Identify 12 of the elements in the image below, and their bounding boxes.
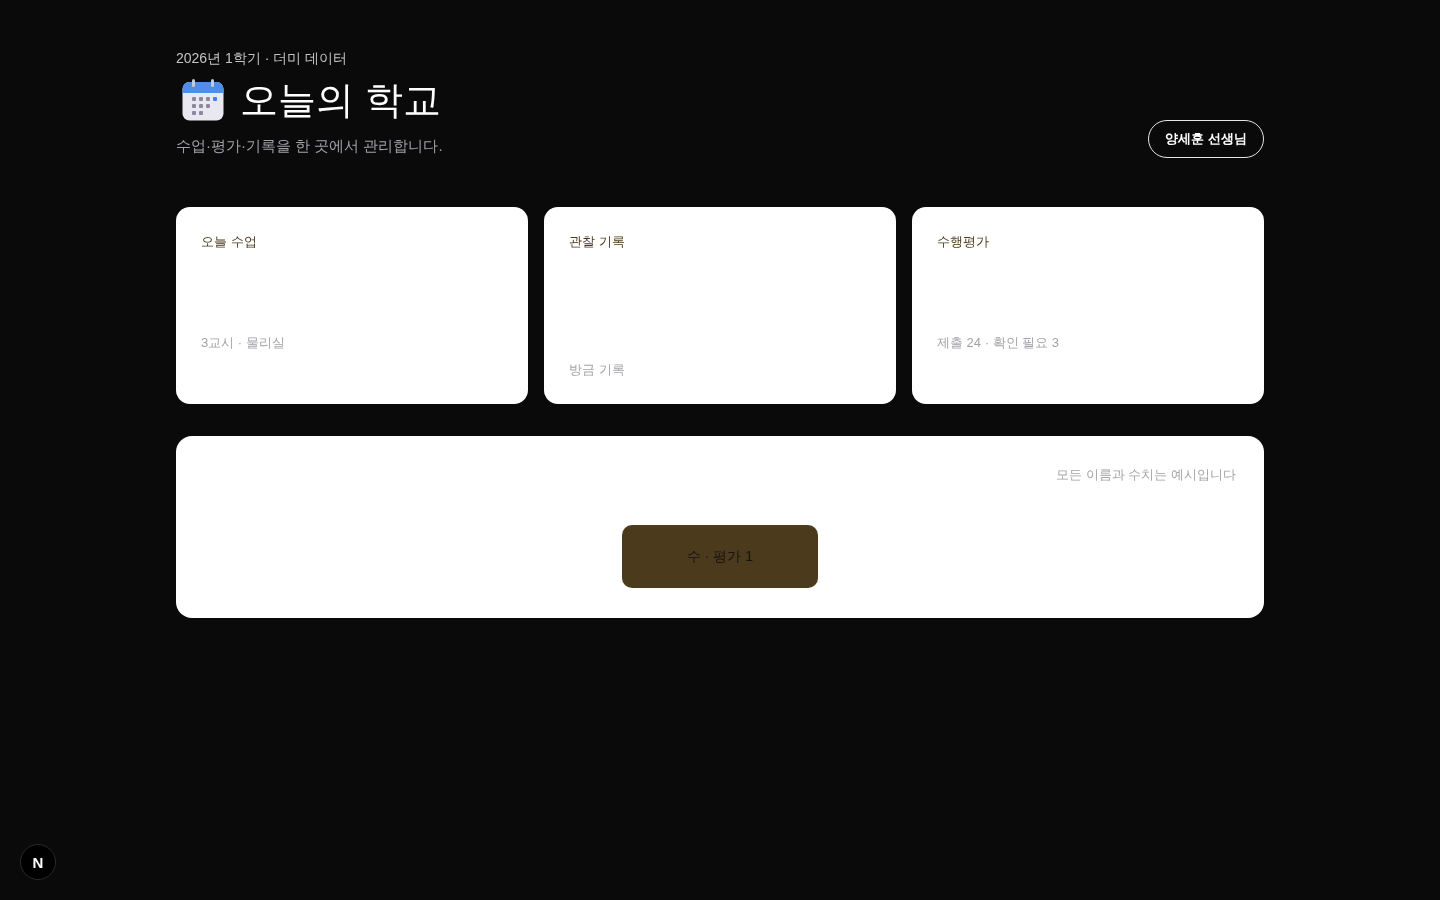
card-title: 수행평가: [937, 233, 989, 251]
card-note: 방금 기록: [569, 361, 625, 379]
card-title: 오늘 수업: [201, 233, 257, 251]
card-note: 제출 24 · 확인 필요 3: [937, 334, 1060, 352]
semester-label: 2026년 1학기 · 더미 데이터: [176, 49, 349, 68]
card-note: 3교시 · 물리실: [201, 334, 285, 352]
calendar-icon: [182, 79, 224, 121]
page-title: 오늘의 학교: [240, 78, 441, 122]
dev-indicator-button[interactable]: N: [20, 844, 56, 880]
card-title: 관찰 기록: [569, 233, 625, 251]
page-description: 수업·평가·기록을 한 곳에서 관리합니다.: [176, 136, 443, 156]
sample-data-note: 모든 이름과 수치는 예시입니다: [1056, 466, 1236, 484]
